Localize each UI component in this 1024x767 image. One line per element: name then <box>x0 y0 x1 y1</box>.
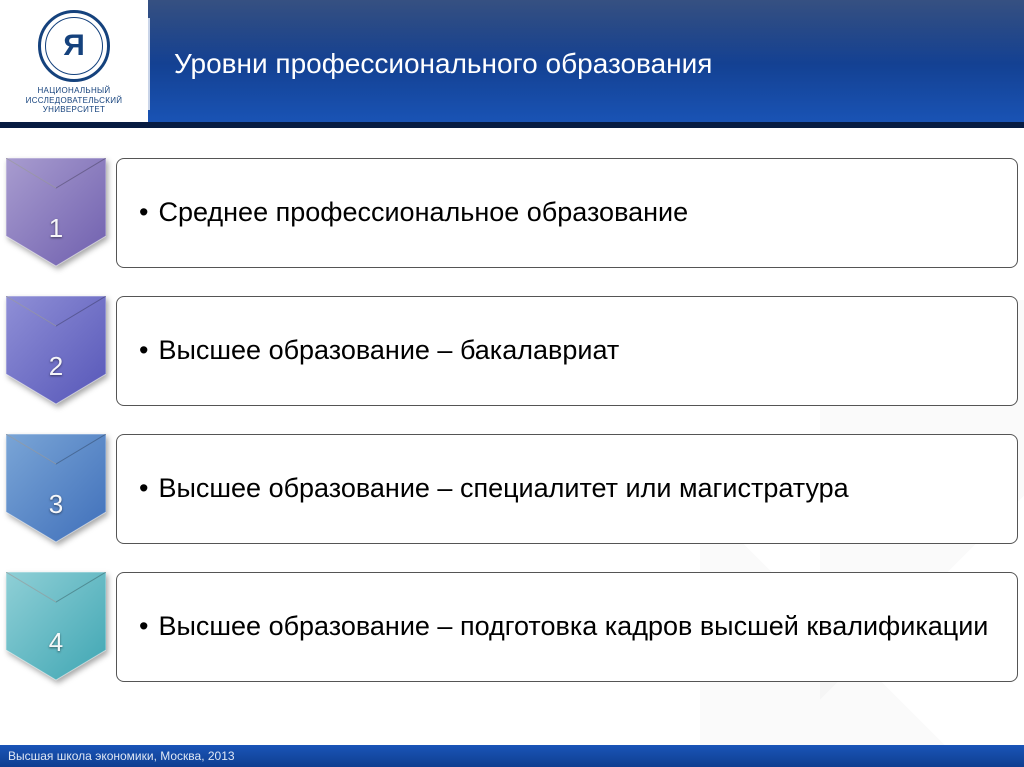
level-number: 1 <box>6 213 106 244</box>
level-number: 3 <box>6 489 106 520</box>
chevron-icon: 2 <box>6 296 106 406</box>
bullet-icon: • <box>139 196 148 230</box>
level-text: Высшее образование – специалитет или маг… <box>158 472 848 506</box>
slide-header: Я НАЦИОНАЛЬНЫЙ ИССЛЕДОВАТЕЛЬСКИЙ УНИВЕРС… <box>0 0 1024 128</box>
level-text: Высшее образование – подготовка кадров в… <box>158 610 988 644</box>
bullet-icon: • <box>139 472 148 506</box>
level-description: • Среднее профессиональное образование <box>116 158 1018 268</box>
bullet-icon: • <box>139 610 148 644</box>
hse-logo-icon: Я <box>38 10 110 82</box>
title-separator <box>148 18 150 110</box>
slide-footer: Высшая школа экономики, Москва, 2013 <box>0 745 1024 767</box>
slide-title: Уровни профессионального образования <box>174 0 712 128</box>
level-description: • Высшее образование – подготовка кадров… <box>116 572 1018 682</box>
chevron-icon: 1 <box>6 158 106 268</box>
level-row: 2 • Высшее образование – бакалавриат <box>6 296 1018 406</box>
bullet-icon: • <box>139 334 148 368</box>
level-row: 1 • Среднее профессиональное образование <box>6 158 1018 268</box>
header-bottom-bar <box>0 122 1024 128</box>
footer-text: Высшая школа экономики, Москва, 2013 <box>8 749 235 763</box>
level-number: 2 <box>6 351 106 382</box>
levels-list: 1• Среднее профессиональное образование … <box>6 158 1018 710</box>
logo-subtitle-line1: НАЦИОНАЛЬНЫЙ ИССЛЕДОВАТЕЛЬСКИЙ <box>0 86 148 105</box>
level-row: 4 • Высшее образование – подготовка кадро… <box>6 572 1018 682</box>
logo-block: Я НАЦИОНАЛЬНЫЙ ИССЛЕДОВАТЕЛЬСКИЙ УНИВЕРС… <box>0 0 148 128</box>
level-text: Высшее образование – бакалавриат <box>158 334 619 368</box>
logo-subtitle-line2: УНИВЕРСИТЕТ <box>0 105 148 115</box>
chevron-icon: 3 <box>6 434 106 544</box>
chevron-icon: 4 <box>6 572 106 682</box>
level-description: • Высшее образование – специалитет или м… <box>116 434 1018 544</box>
level-row: 3 • Высшее образование – специалитет или … <box>6 434 1018 544</box>
level-description: • Высшее образование – бакалавриат <box>116 296 1018 406</box>
level-number: 4 <box>6 627 106 658</box>
level-text: Среднее профессиональное образование <box>158 196 688 230</box>
